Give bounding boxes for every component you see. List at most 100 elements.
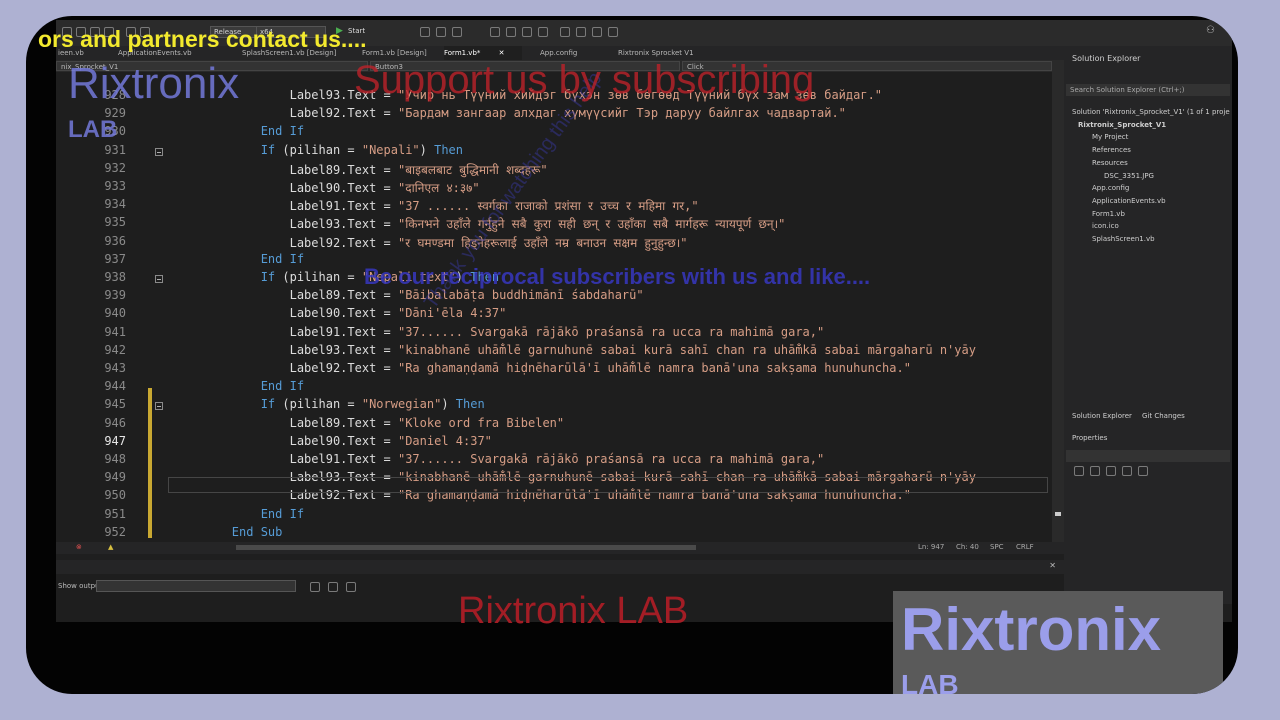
- marquee-banner: ors and partners contact us....: [38, 26, 367, 52]
- panel-title: Properties: [1072, 434, 1108, 442]
- line-ending-indicator[interactable]: CRLF: [1016, 543, 1034, 551]
- search-placeholder: Search Solution Explorer (Ctrl+;): [1070, 86, 1185, 94]
- properties-panel: Properties: [1064, 424, 1232, 604]
- line-number: 935: [104, 215, 126, 230]
- horizontal-scrollbar[interactable]: [236, 545, 696, 550]
- find-icon[interactable]: [328, 582, 338, 592]
- solution-tree-item[interactable]: icon.ico: [1092, 222, 1119, 230]
- code-line[interactable]: End If: [174, 507, 304, 521]
- solution-search-input[interactable]: Search Solution Explorer (Ctrl+;): [1066, 84, 1230, 96]
- code-line[interactable]: Label93.Text = "kinabhanē uhām̐lē garnuh…: [174, 343, 976, 357]
- output-source-combo[interactable]: [96, 580, 296, 592]
- categorized-icon[interactable]: [1074, 466, 1084, 476]
- line-number: 951: [104, 506, 126, 521]
- line-number: 940: [104, 306, 126, 321]
- line-number: 948: [104, 452, 126, 466]
- line-number: 950: [104, 488, 126, 503]
- line-number: 952: [104, 524, 126, 539]
- code-line[interactable]: If (pilihan = "Norwegian") Then: [174, 397, 485, 411]
- code-line[interactable]: Label90.Text = "Dāni'ēla 4:37": [174, 306, 507, 320]
- clear-icon[interactable]: [310, 582, 320, 592]
- code-line[interactable]: Label91.Text = "37 ...... स्वर्गका राजाक…: [174, 197, 699, 214]
- code-line[interactable]: Label91.Text = "37...... Svargakā rājākō…: [174, 452, 825, 466]
- code-line[interactable]: End If: [174, 379, 304, 393]
- close-icon[interactable]: ✕: [1049, 561, 1056, 570]
- channel-logo-sub: LAB: [68, 116, 118, 143]
- wrap-icon[interactable]: [346, 582, 356, 592]
- close-icon[interactable]: ✕: [499, 49, 505, 57]
- line-number: 939: [104, 288, 126, 303]
- code-line[interactable]: End If: [174, 124, 304, 138]
- solution-tree-item[interactable]: DSC_3351.JPG: [1104, 172, 1154, 180]
- code-line[interactable]: End Sub: [174, 525, 283, 539]
- properties-object-combo[interactable]: [1066, 450, 1230, 462]
- code-line[interactable]: Label90.Text = "Daniel 4:37": [174, 434, 492, 448]
- error-icon[interactable]: ⊗: [76, 543, 82, 551]
- properties-icon[interactable]: [1106, 466, 1116, 476]
- code-line[interactable]: If (pilihan = "Nepali") Then: [174, 143, 463, 157]
- line-number: 947: [104, 433, 126, 448]
- tab-solution-explorer[interactable]: Solution Explorer: [1072, 412, 1132, 420]
- events-icon[interactable]: [1122, 466, 1132, 476]
- line-number: 931: [104, 142, 126, 157]
- tool-icon[interactable]: [436, 27, 446, 37]
- line-indicator: Ln: 947: [918, 543, 945, 551]
- code-line[interactable]: Label90.Text = "दानिएल ४:३७": [174, 179, 480, 196]
- code-line[interactable]: Label89.Text = "Kloke ord fra Bibelen": [174, 416, 565, 430]
- column-indicator: Ch: 40: [956, 543, 979, 551]
- solution-tree-item[interactable]: References: [1092, 146, 1131, 154]
- line-number: 934: [104, 197, 126, 212]
- code-line[interactable]: Label92.Text = "र घमण्डमा हिड्नेहरूलाई उ…: [174, 234, 688, 251]
- alphabetical-icon[interactable]: [1090, 466, 1100, 476]
- line-number: 932: [104, 160, 126, 175]
- bookmark-icon[interactable]: [576, 27, 586, 37]
- bottom-logo: Rixtronix LAB: [458, 590, 689, 632]
- line-number: 937: [104, 251, 126, 266]
- code-line[interactable]: Label92.Text = "Ra ghamaṇḍamā hiḍnēharūl…: [174, 361, 911, 375]
- subscribe-overlay: Support us by subscribing: [354, 58, 815, 102]
- solution-tree-item[interactable]: ApplicationEvents.vb: [1092, 197, 1166, 205]
- spacing-indicator[interactable]: SPC: [990, 543, 1004, 551]
- current-line-highlight: [168, 477, 1048, 493]
- tab-label: Form1.vb*: [444, 49, 481, 57]
- vertical-scrollbar[interactable]: [1052, 72, 1064, 542]
- wrench-icon[interactable]: [1138, 466, 1148, 476]
- line-number: 949: [104, 470, 126, 485]
- line-number: 936: [104, 233, 126, 248]
- code-line[interactable]: Label89.Text = "Bāibalabāṭa buddhimānī ś…: [174, 288, 644, 302]
- account-icon[interactable]: ⚇: [1206, 25, 1215, 36]
- tab-git-changes[interactable]: Git Changes: [1142, 412, 1185, 420]
- comment-icon[interactable]: [522, 27, 532, 37]
- code-line[interactable]: Label92.Text = "Бардам зангаар алхдаг хү…: [174, 106, 846, 120]
- code-line[interactable]: Label91.Text = "37...... Svargakā rājākō…: [174, 325, 825, 339]
- solution-tree-item[interactable]: SplashScreen1.vb: [1092, 235, 1155, 243]
- fold-toggle-icon[interactable]: [155, 402, 163, 411]
- channel-logo: Rixtronix: [68, 59, 240, 108]
- line-number: 942: [104, 342, 126, 357]
- solution-tree-item[interactable]: Resources: [1092, 159, 1128, 167]
- solution-tree-item[interactable]: Rixtronix_Sprocket_V1: [1078, 121, 1166, 129]
- code-line[interactable]: Label89.Text = "बाइबलबाट बुद्धिमानी शब्द…: [174, 161, 548, 178]
- bookmark-icon[interactable]: [608, 27, 618, 37]
- solution-tree-item[interactable]: Form1.vb: [1092, 210, 1125, 218]
- align-icon[interactable]: [490, 27, 500, 37]
- line-number: 945: [104, 397, 126, 412]
- bookmark-icon[interactable]: [560, 27, 570, 37]
- solution-tree-item[interactable]: My Project: [1092, 133, 1128, 141]
- uncomment-icon[interactable]: [538, 27, 548, 37]
- code-line[interactable]: End If: [174, 252, 304, 266]
- solution-tree-item[interactable]: Solution 'Rixtronix_Sprocket_V1' (1 of 1…: [1072, 108, 1230, 116]
- align-icon[interactable]: [506, 27, 516, 37]
- line-number: 933: [104, 179, 126, 193]
- solution-explorer: Solution Explorer Search Solution Explor…: [1064, 46, 1232, 426]
- editor-status-bar: ⊗ ▲ Ln: 947 Ch: 40 SPC CRLF: [56, 542, 1064, 554]
- bookmark-icon[interactable]: [592, 27, 602, 37]
- tool-icon[interactable]: [420, 27, 430, 37]
- visual-studio-window: Release x64 ▶ Start ⚇ ieen.vb Applicatio…: [56, 20, 1232, 622]
- warning-icon[interactable]: ▲: [108, 543, 113, 551]
- fold-toggle-icon[interactable]: [155, 147, 163, 156]
- solution-tree-item[interactable]: App.config: [1092, 184, 1129, 192]
- tool-icon[interactable]: [452, 27, 462, 37]
- fold-toggle-icon[interactable]: [155, 275, 163, 283]
- output-panel-header: ✕: [56, 560, 1064, 574]
